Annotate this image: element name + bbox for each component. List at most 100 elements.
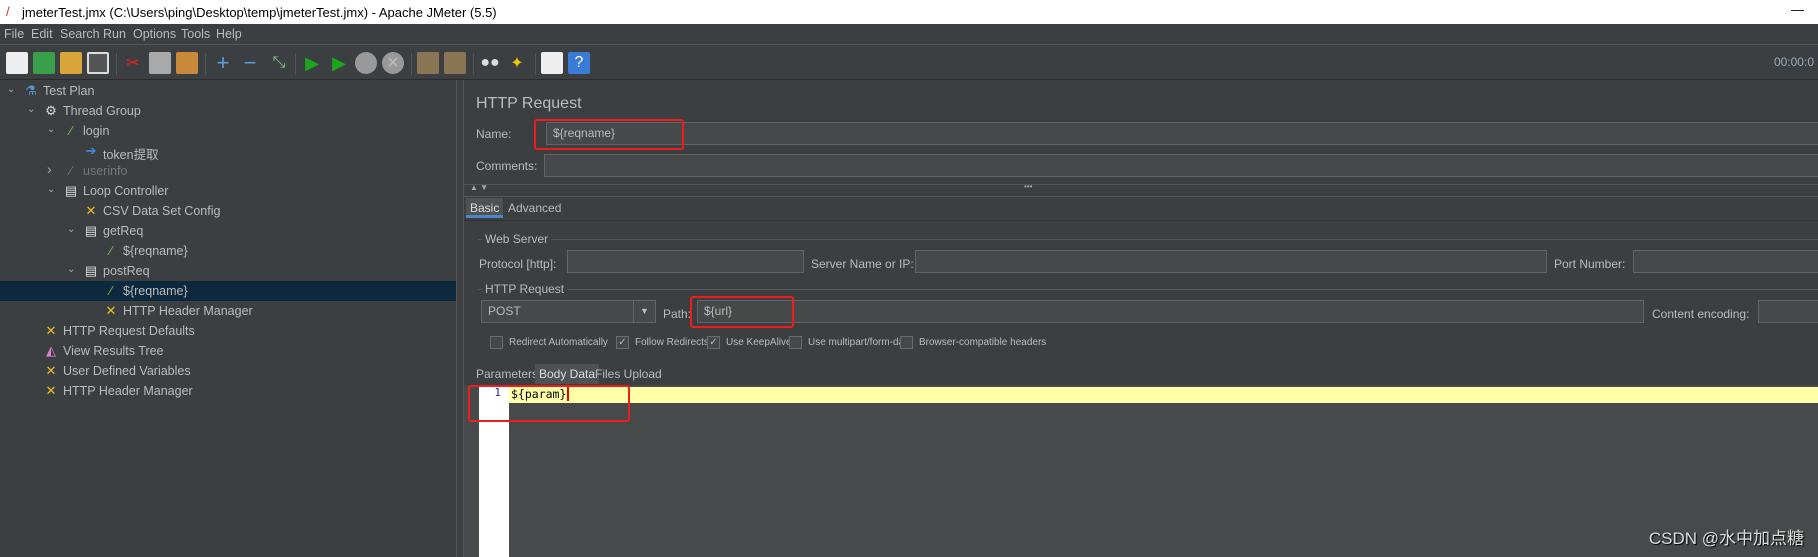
paste-icon[interactable] — [176, 52, 198, 74]
menu-options[interactable]: Options — [133, 27, 176, 41]
expand-icon[interactable]: + — [212, 50, 234, 75]
tree-item-label: postReq — [103, 264, 150, 278]
checkbox-label: Use KeepAlive — [726, 337, 792, 348]
new-icon[interactable] — [6, 52, 28, 74]
path-label: Path: — [663, 307, 692, 321]
server-name-input[interactable] — [915, 250, 1547, 273]
options-checkboxes: Redirect Automatically ✓ Follow Redirects ✓… — [490, 336, 1490, 352]
method-select[interactable]: POST ▼ — [481, 300, 656, 323]
tree-item-label: userinfo — [83, 164, 128, 178]
checkbox-checked[interactable]: ✓ — [616, 336, 629, 349]
help-icon[interactable]: ? — [568, 52, 590, 74]
tree-item[interactable]: ✕ CSV Data Set Config — [0, 201, 456, 221]
tree-item[interactable]: ⌄ ▤ getReq — [0, 221, 456, 241]
subtab-parameters[interactable]: Parameters — [472, 364, 542, 384]
comments-input[interactable] — [544, 154, 1818, 177]
protocol-label: Protocol [http]: — [479, 257, 557, 271]
checkbox-unchecked[interactable] — [490, 336, 503, 349]
chevron-down-icon[interactable]: ⌄ — [27, 104, 35, 115]
binoculars-icon[interactable]: ●● — [479, 52, 501, 74]
checkbox-unchecked[interactable] — [789, 336, 802, 349]
menu-file[interactable]: File — [4, 27, 24, 41]
menu-edit[interactable]: Edit — [31, 27, 53, 41]
menu-run[interactable]: Run — [103, 27, 126, 41]
split-pane-divider[interactable] — [456, 80, 464, 557]
collapse-icon[interactable]: − — [239, 50, 261, 75]
content-encoding-input[interactable] — [1758, 300, 1818, 323]
tree-item[interactable]: › ⁄ userinfo — [0, 161, 456, 181]
start-no-pauses-icon[interactable]: ▶ — [328, 52, 350, 74]
tree-item[interactable]: ⁄ ${reqname} — [0, 241, 456, 261]
broom-icon[interactable]: ✦ — [506, 52, 528, 74]
menu-tools[interactable]: Tools — [181, 27, 210, 41]
chevron-down-icon[interactable]: ⌄ — [47, 124, 55, 135]
checkbox-option[interactable]: Use multipart/form-data — [789, 336, 912, 349]
checkbox-option[interactable]: Browser-compatible headers — [900, 336, 1046, 349]
chevron-down-icon[interactable]: ⌄ — [7, 84, 15, 95]
tree-item[interactable]: ⌄ ⚙ Thread Group — [0, 101, 456, 121]
protocol-input[interactable] — [567, 250, 804, 273]
port-number-label: Port Number: — [1554, 257, 1626, 271]
panel-title: HTTP Request — [476, 95, 582, 112]
body-data-editor[interactable]: 1 ${param} — [464, 385, 1818, 557]
checkbox-option[interactable]: ✓ Use KeepAlive — [707, 336, 792, 349]
tree-item[interactable]: ◭ View Results Tree — [0, 341, 456, 361]
checkbox-label: Browser-compatible headers — [919, 337, 1047, 348]
current-line-highlight: ${param} — [509, 387, 1818, 403]
subtab-files-upload[interactable]: Files Upload — [591, 364, 666, 384]
menu-bar: File Edit Search Run Options Tools Help — [0, 24, 1818, 45]
name-input[interactable]: ${reqname} — [546, 122, 1818, 145]
toggle-icon[interactable]: ⤡ — [268, 52, 290, 74]
menu-help[interactable]: Help — [216, 27, 242, 41]
port-number-input[interactable] — [1633, 250, 1818, 273]
chevron-down-icon[interactable]: ⌄ — [47, 184, 55, 195]
templates-icon[interactable] — [33, 52, 55, 74]
function-helper-icon[interactable] — [541, 52, 563, 74]
toolbar: ✂ + − ⤡ ▶ ▶ ✕ ●● ✦ ? 00:00:0 — [0, 45, 1818, 80]
clear-all-icon[interactable] — [444, 52, 466, 74]
tab-advanced[interactable]: Advanced — [504, 198, 565, 218]
tree-item[interactable]: ✕ HTTP Header Manager — [0, 381, 456, 401]
clear-icon[interactable] — [417, 52, 439, 74]
tree-item[interactable]: ⌄ ⁄ login — [0, 121, 456, 141]
checkbox-checked[interactable]: ✓ — [707, 336, 720, 349]
collapse-arrows-icon[interactable]: ▲ ▼ — [470, 183, 488, 192]
chevron-right-icon[interactable]: › — [47, 161, 52, 177]
gear-icon: ⚙ — [45, 103, 57, 118]
save-icon[interactable] — [87, 52, 109, 74]
stop-icon[interactable] — [355, 52, 377, 74]
flask-icon: ⚗ — [25, 83, 37, 98]
tree-item[interactable]: ➔ token提取 — [0, 141, 456, 162]
checkbox-unchecked[interactable] — [900, 336, 913, 349]
subtab-body-data[interactable]: Body Data — [535, 364, 600, 384]
open-icon[interactable] — [60, 52, 82, 74]
tree-item[interactable]: ✕ HTTP Request Defaults — [0, 321, 456, 341]
copy-icon[interactable] — [149, 52, 171, 74]
start-icon[interactable]: ▶ — [301, 52, 323, 74]
test-plan-tree[interactable]: ⌄ ⚗ Test Plan ⌄ ⚙ Thread Group ⌄ ⁄ login ➔ token提取… — [0, 80, 456, 557]
menu-search[interactable]: Search — [60, 27, 100, 41]
jmeter-feather-icon: / — [6, 4, 10, 19]
tree-item[interactable]: ✕ HTTP Header Manager — [0, 301, 456, 321]
tree-item-label: User Defined Variables — [63, 364, 191, 378]
chevron-down-icon[interactable]: ⌄ — [67, 224, 75, 235]
minimize-button[interactable]: — — [1791, 2, 1804, 17]
checkbox-option[interactable]: Redirect Automatically — [490, 336, 608, 349]
tab-basic[interactable]: Basic — [466, 198, 504, 218]
tree-item-label: Test Plan — [43, 84, 95, 98]
cut-icon[interactable]: ✂ — [122, 52, 144, 74]
tree-item[interactable]: ⌄ ▤ Loop Controller — [0, 181, 456, 201]
chevron-down-icon[interactable]: ⌄ — [67, 264, 75, 275]
drag-handle-icon[interactable]: ••• — [1024, 182, 1032, 191]
tree-item[interactable]: ✕ User Defined Variables — [0, 361, 456, 381]
chevron-down-icon[interactable]: ▼ — [633, 301, 655, 322]
tree-item[interactable]: ⁄ ${reqname} — [0, 281, 456, 301]
checkbox-option[interactable]: ✓ Follow Redirects — [616, 336, 709, 349]
path-input[interactable]: ${url} — [697, 300, 1644, 323]
checkbox-label: Use multipart/form-data — [808, 337, 913, 348]
tree-item-label: HTTP Header Manager — [123, 304, 253, 318]
tree-item[interactable]: ⌄ ▤ postReq — [0, 261, 456, 281]
tree-item[interactable]: ⌄ ⚗ Test Plan — [0, 81, 456, 101]
shutdown-icon[interactable]: ✕ — [382, 52, 404, 74]
tree-item-label: View Results Tree — [63, 344, 164, 358]
